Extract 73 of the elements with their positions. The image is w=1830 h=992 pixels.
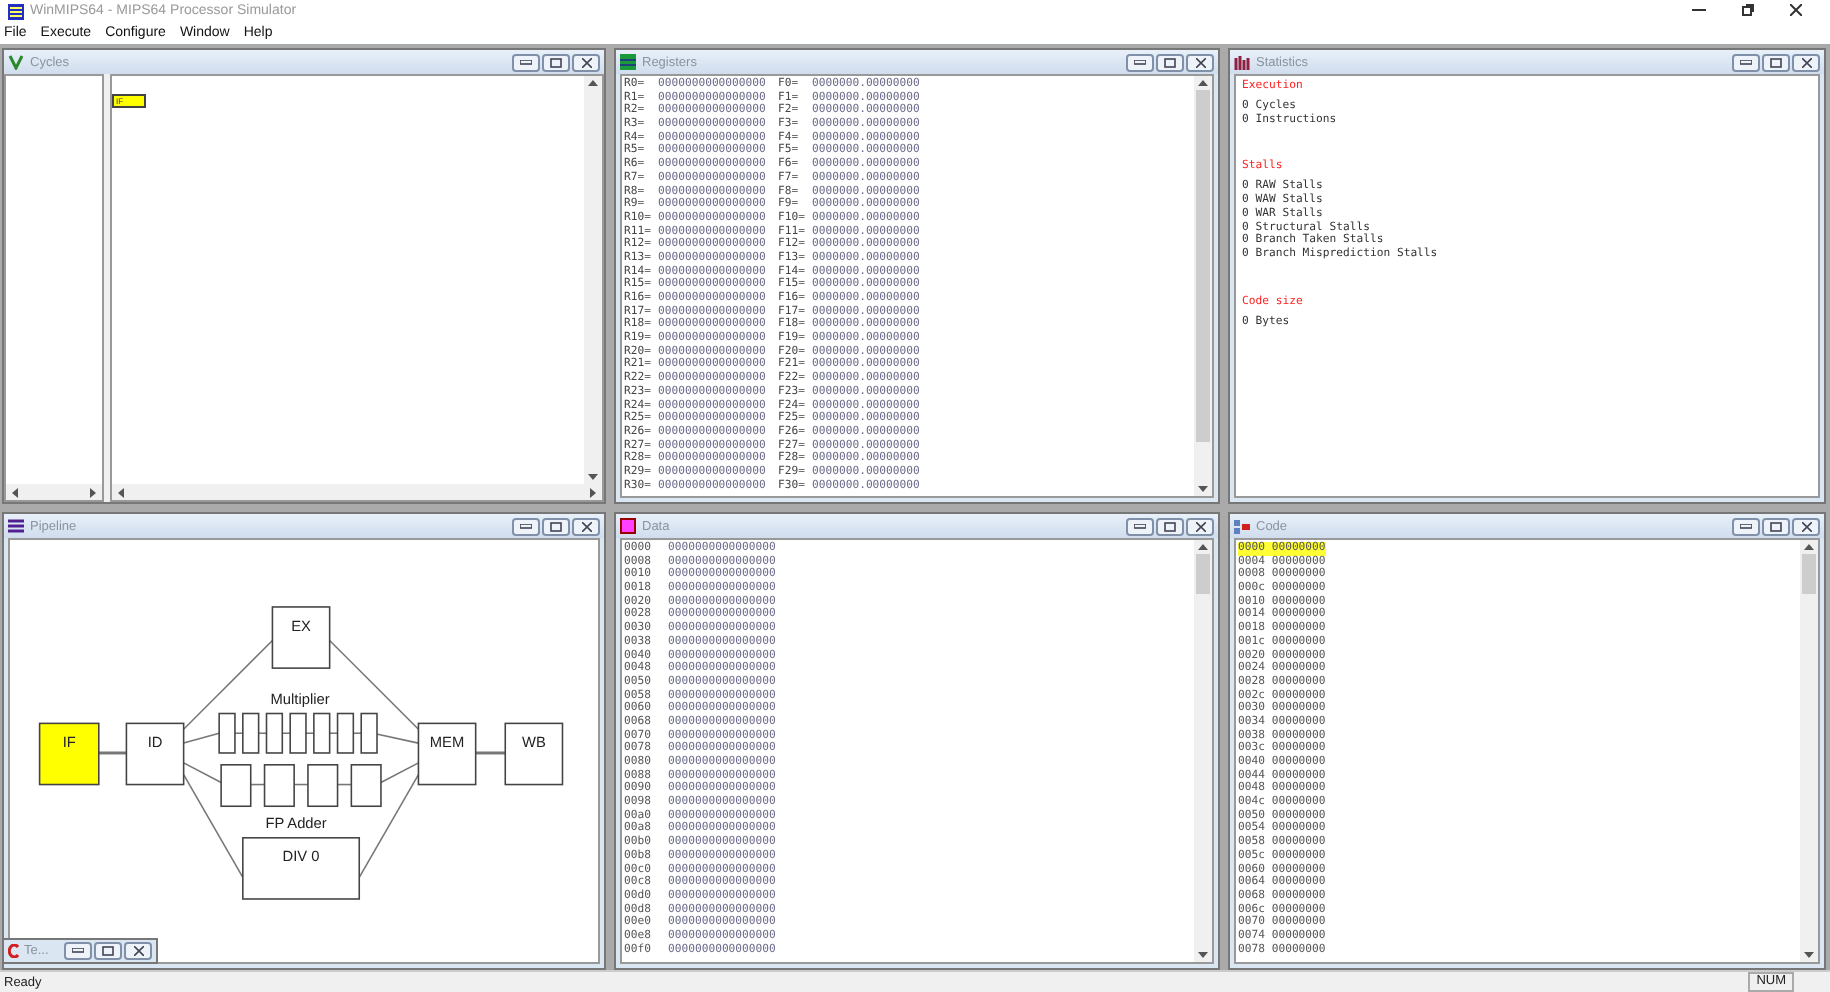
minimize-button[interactable]: [512, 517, 540, 535]
arrow-icon[interactable]: [1804, 542, 1814, 552]
close-button[interactable]: [124, 942, 152, 960]
close-icon: [1801, 521, 1811, 531]
square-icon: [1164, 57, 1176, 67]
close-button[interactable]: [1792, 517, 1820, 535]
arrow-icon[interactable]: [1198, 484, 1208, 494]
scrollbar[interactable]: [584, 76, 602, 484]
dash-icon: [1134, 59, 1146, 65]
arrow-icon[interactable]: [588, 78, 598, 88]
minimize-button[interactable]: [1732, 53, 1760, 71]
dash-icon: [520, 523, 532, 529]
grid-icon: [620, 54, 636, 70]
bars-icon: [1234, 54, 1250, 70]
arrow-icon[interactable]: [88, 487, 98, 497]
window-icon: [8, 944, 20, 958]
arrow-icon[interactable]: [1804, 950, 1814, 960]
close-icon: [1195, 57, 1205, 67]
connector-line: [281, 732, 291, 735]
scroll-thumb[interactable]: [1802, 554, 1816, 594]
minimize-button[interactable]: [64, 942, 92, 960]
arrow-icon[interactable]: [1198, 542, 1208, 552]
app-icon: [8, 3, 24, 19]
scrollbar[interactable]: [1194, 540, 1212, 962]
maximize-button[interactable]: [94, 942, 122, 960]
close-button[interactable]: [572, 517, 600, 535]
close-button[interactable]: [1792, 53, 1820, 71]
square-icon: [550, 57, 562, 67]
maximize-button[interactable]: [1762, 517, 1790, 535]
square-icon: [1770, 57, 1782, 67]
dash-icon: [520, 59, 532, 65]
close-icon: [133, 946, 143, 956]
close-icon[interactable]: [1790, 3, 1802, 19]
connector-line: [98, 751, 127, 755]
scrollbar[interactable]: [1800, 540, 1818, 962]
minimize-button[interactable]: [1732, 517, 1760, 535]
minimize-button[interactable]: [1126, 517, 1154, 535]
code-icon: [1234, 518, 1250, 534]
square-icon: [102, 946, 114, 956]
connector-line: [305, 732, 315, 735]
pipeline-icon: [8, 518, 24, 534]
chart-icon: [8, 54, 24, 70]
scroll-thumb[interactable]: [1196, 554, 1210, 594]
square-icon: [550, 521, 562, 531]
close-icon: [1801, 57, 1811, 67]
close-icon: [581, 521, 591, 531]
square-icon: [620, 518, 636, 534]
square-icon: [1770, 521, 1782, 531]
arrow-icon[interactable]: [1198, 950, 1208, 960]
dash-icon: [72, 948, 84, 954]
minimize-button[interactable]: [1126, 53, 1154, 71]
dash-icon: [1134, 523, 1146, 529]
arrow-icon[interactable]: [1198, 78, 1208, 88]
minimize-button[interactable]: [512, 53, 540, 71]
arrow-icon[interactable]: [10, 487, 20, 497]
maximize-button[interactable]: [1156, 517, 1184, 535]
square-icon: [1164, 521, 1176, 531]
restore-icon[interactable]: [1742, 3, 1754, 19]
close-icon: [1195, 521, 1205, 531]
close-icon: [581, 57, 591, 67]
maximize-button[interactable]: [1762, 53, 1790, 71]
close-button[interactable]: [1186, 53, 1214, 71]
maximize-button[interactable]: [1156, 53, 1184, 71]
maximize-button[interactable]: [542, 517, 570, 535]
maximize-button[interactable]: [542, 53, 570, 71]
scroll-thumb[interactable]: [1196, 90, 1210, 443]
scrollbar[interactable]: [1194, 76, 1212, 496]
arrow-icon[interactable]: [116, 487, 126, 497]
connector-line: [475, 751, 506, 755]
dash-icon: [1740, 59, 1752, 65]
dash-icon: [1740, 523, 1752, 529]
close-button[interactable]: [1186, 517, 1214, 535]
close-button[interactable]: [572, 53, 600, 71]
